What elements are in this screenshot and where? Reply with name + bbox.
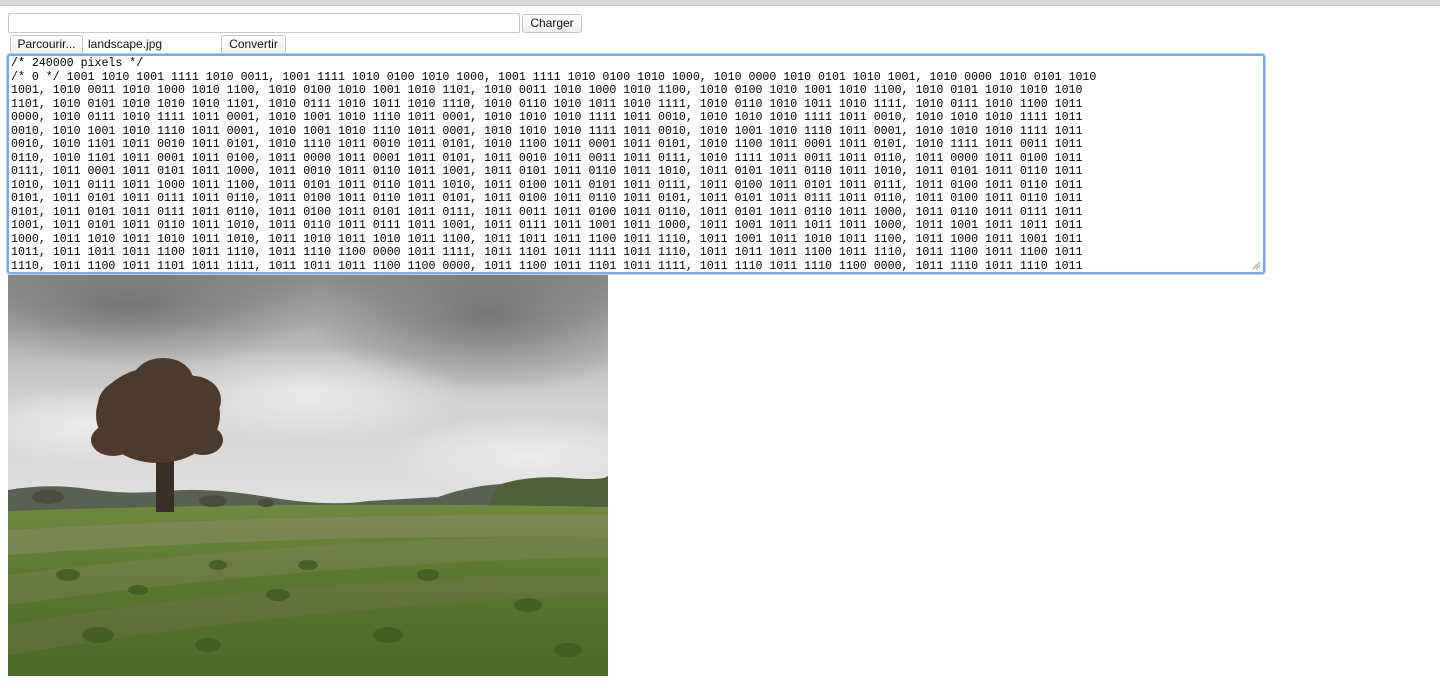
output-line: 0010, 1010 1101 1011 0010 1011 0101, 101… [11, 138, 1083, 151]
browse-file-button[interactable]: Parcourir... [10, 35, 83, 54]
binary-output-textarea[interactable]: /* 240000 pixels */ /* 0 */ 1001 1010 10… [7, 54, 1265, 274]
output-line: 1001, 1011 0101 1011 0110 1011 1010, 101… [11, 219, 1083, 232]
output-line: 1001, 1010 0011 1010 1000 1010 1100, 101… [11, 84, 1083, 97]
output-line: 0101, 1011 0101 1011 0111 1011 0110, 101… [11, 205, 1083, 219]
convert-button[interactable]: Convertir [221, 35, 286, 54]
output-line: 1110, 1011 1100 1011 1101 1011 1111, 101… [11, 259, 1083, 273]
landscape-image [8, 275, 608, 676]
url-input[interactable] [8, 13, 520, 33]
browser-top-strip [0, 0, 1440, 6]
output-line: 0101, 1011 0101 1011 0111 1011 0110, 101… [11, 192, 1083, 205]
output-line: 0000, 1010 0111 1010 1111 1011 0001, 101… [11, 111, 1083, 124]
output-line: 1010, 1011 0111 1011 1000 1011 1100, 101… [11, 178, 1083, 192]
resize-grip-icon[interactable] [1251, 260, 1261, 270]
output-line: /* 0 */ 1001 1010 1001 1111 1010 0011, 1… [11, 70, 1097, 84]
output-line: 1000, 1011 1010 1011 1010 1011 1010, 101… [11, 232, 1083, 246]
output-line: /* 240000 pixels */ [11, 57, 144, 70]
output-line: 0111, 1011 0001 1011 0101 1011 1000, 101… [11, 165, 1083, 178]
selected-file-name: landscape.jpg [88, 37, 163, 51]
load-button[interactable]: Charger [522, 14, 582, 33]
output-line: 1101, 1010 0101 1010 1010 1010 1101, 101… [11, 97, 1083, 111]
output-line: 1011, 1011 1011 1011 1100 1011 1110, 101… [11, 246, 1083, 259]
output-line: 0110, 1010 1101 1011 0001 1011 0100, 101… [11, 151, 1083, 165]
output-line: 0010, 1010 1001 1010 1110 1011 0001, 101… [11, 124, 1083, 138]
